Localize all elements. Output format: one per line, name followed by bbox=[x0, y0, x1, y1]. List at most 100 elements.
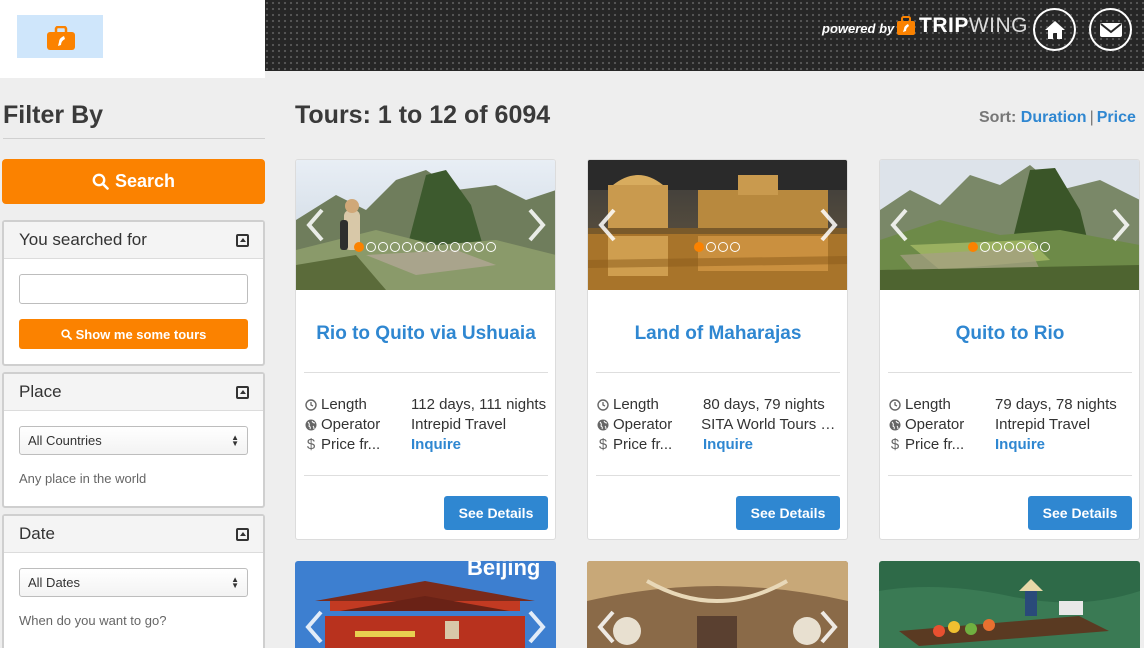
date-header[interactable]: Date bbox=[4, 516, 263, 553]
tour-length-row: Length 79 days, 78 nights bbox=[889, 396, 1133, 413]
carousel-next-icon[interactable] bbox=[526, 609, 548, 645]
tripwing-brand[interactable]: TRIP WING bbox=[896, 12, 1028, 40]
home-icon bbox=[1044, 20, 1065, 39]
carousel-prev-icon[interactable] bbox=[888, 207, 910, 243]
tour-card-partial[interactable]: Beijing bbox=[295, 561, 556, 648]
search-text-input[interactable] bbox=[19, 274, 248, 304]
carousel-dot[interactable] bbox=[438, 242, 448, 252]
carousel-dot[interactable] bbox=[980, 242, 990, 252]
collapse-icon[interactable] bbox=[236, 527, 249, 541]
tour-price-row: $ Price fr... Inquire bbox=[889, 436, 1133, 453]
tour-title-link[interactable]: Rio to Quito via Ushuaia bbox=[296, 323, 555, 345]
searched-for-header[interactable]: You searched for bbox=[4, 222, 263, 259]
globe-icon bbox=[305, 419, 317, 431]
carousel-dot[interactable] bbox=[378, 242, 388, 252]
carousel-dot[interactable] bbox=[1028, 242, 1038, 252]
carousel-dot[interactable] bbox=[474, 242, 484, 252]
tour-image-carousel[interactable] bbox=[296, 160, 555, 290]
carousel-dot[interactable] bbox=[992, 242, 1002, 252]
tour-image-carousel[interactable] bbox=[880, 160, 1139, 290]
inquire-link[interactable]: Inquire bbox=[995, 436, 1045, 453]
results-heading: Tours: 1 to 12 of 6094 bbox=[295, 101, 551, 129]
operator-value: Intrepid Travel bbox=[411, 416, 507, 433]
carousel-dot[interactable] bbox=[1016, 242, 1026, 252]
carousel-prev-icon[interactable] bbox=[304, 207, 326, 243]
tour-card-partial[interactable] bbox=[879, 561, 1140, 648]
show-tours-button[interactable]: Show me some tours bbox=[19, 319, 248, 349]
carousel-dot[interactable] bbox=[354, 242, 364, 252]
inquire-link[interactable]: Inquire bbox=[411, 436, 461, 453]
tour-photo-river-market bbox=[879, 561, 1140, 648]
carousel-dot[interactable] bbox=[462, 242, 472, 252]
carousel-dot[interactable] bbox=[450, 242, 460, 252]
dollar-icon: $ bbox=[598, 436, 608, 453]
carousel-dot[interactable] bbox=[414, 242, 424, 252]
price-label: Price fr... bbox=[613, 436, 673, 453]
search-button[interactable]: Search bbox=[2, 159, 265, 204]
carousel-dot[interactable] bbox=[1004, 242, 1014, 252]
sort-separator: | bbox=[1089, 109, 1094, 126]
show-tours-label: Show me some tours bbox=[75, 326, 207, 342]
collapse-icon[interactable] bbox=[236, 233, 249, 247]
carousel-dot[interactable] bbox=[706, 242, 716, 252]
operator-label: Operator bbox=[905, 416, 965, 433]
divider bbox=[888, 475, 1132, 476]
carousel-dot[interactable] bbox=[694, 242, 704, 252]
length-value: 112 days, 111 nights bbox=[411, 396, 547, 413]
date-select[interactable]: All Dates ▲ ▼ bbox=[19, 568, 248, 597]
clock-icon bbox=[889, 398, 901, 411]
place-select[interactable]: All Countries ▲ ▼ bbox=[19, 426, 248, 455]
search-icon bbox=[92, 173, 109, 190]
tour-operator-row: Operator Intrepid Travel bbox=[889, 416, 1133, 433]
sort-duration-link[interactable]: Duration bbox=[1021, 109, 1087, 126]
home-button[interactable] bbox=[1033, 8, 1076, 51]
carousel-dot[interactable] bbox=[730, 242, 740, 252]
mail-button[interactable] bbox=[1089, 8, 1132, 51]
tour-photo-machu-picchu bbox=[296, 160, 555, 290]
carousel-dot[interactable] bbox=[366, 242, 376, 252]
carousel-dot[interactable] bbox=[486, 242, 496, 252]
carousel-prev-icon[interactable] bbox=[303, 609, 325, 645]
length-label: Length bbox=[613, 396, 659, 413]
divider bbox=[596, 372, 840, 373]
inquire-link[interactable]: Inquire bbox=[703, 436, 753, 453]
select-arrows-icon: ▲ ▼ bbox=[231, 574, 239, 590]
carousel-next-icon[interactable] bbox=[526, 207, 548, 243]
place-panel: Place All Countries ▲ ▼ Any place in the … bbox=[2, 372, 265, 508]
carousel-dots bbox=[354, 242, 498, 252]
collapse-icon[interactable] bbox=[236, 385, 249, 399]
tour-operator-row: Operator Intrepid Travel bbox=[305, 416, 549, 433]
carousel-next-icon[interactable] bbox=[1110, 207, 1132, 243]
carousel-next-icon[interactable] bbox=[818, 609, 840, 645]
tour-card-partial[interactable] bbox=[587, 561, 848, 648]
carousel-dot[interactable] bbox=[402, 242, 412, 252]
see-details-button[interactable]: See Details bbox=[1028, 496, 1132, 530]
date-title: Date bbox=[19, 524, 55, 543]
carousel-dot[interactable] bbox=[426, 242, 436, 252]
tour-title-link[interactable]: Quito to Rio bbox=[880, 323, 1139, 345]
price-label: Price fr... bbox=[905, 436, 965, 453]
see-details-button[interactable]: See Details bbox=[444, 496, 548, 530]
tour-photo-machu-picchu bbox=[880, 160, 1139, 290]
tour-image-carousel[interactable] bbox=[588, 160, 847, 290]
brand-light-text: WING bbox=[968, 14, 1028, 37]
place-header[interactable]: Place bbox=[4, 374, 263, 411]
search-icon bbox=[60, 328, 72, 340]
sort-price-link[interactable]: Price bbox=[1097, 109, 1136, 126]
carousel-prev-icon[interactable] bbox=[596, 207, 618, 243]
carousel-dot[interactable] bbox=[968, 242, 978, 252]
tour-title-link[interactable]: Land of Maharajas bbox=[588, 323, 847, 345]
tour-card: Rio to Quito via Ushuaia Length 112 days… bbox=[295, 159, 556, 540]
carousel-dot[interactable] bbox=[1040, 242, 1050, 252]
brand-bold-text: TRIP bbox=[919, 14, 969, 37]
carousel-dot[interactable] bbox=[390, 242, 400, 252]
site-logo[interactable] bbox=[17, 15, 103, 58]
see-details-button[interactable]: See Details bbox=[736, 496, 840, 530]
divider bbox=[304, 475, 548, 476]
carousel-prev-icon[interactable] bbox=[595, 609, 617, 645]
carousel-next-icon[interactable] bbox=[818, 207, 840, 243]
searched-for-title: You searched for bbox=[19, 230, 147, 249]
carousel-dot[interactable] bbox=[718, 242, 728, 252]
sort-label: Sort: bbox=[979, 109, 1017, 126]
logo-panel bbox=[0, 0, 265, 78]
